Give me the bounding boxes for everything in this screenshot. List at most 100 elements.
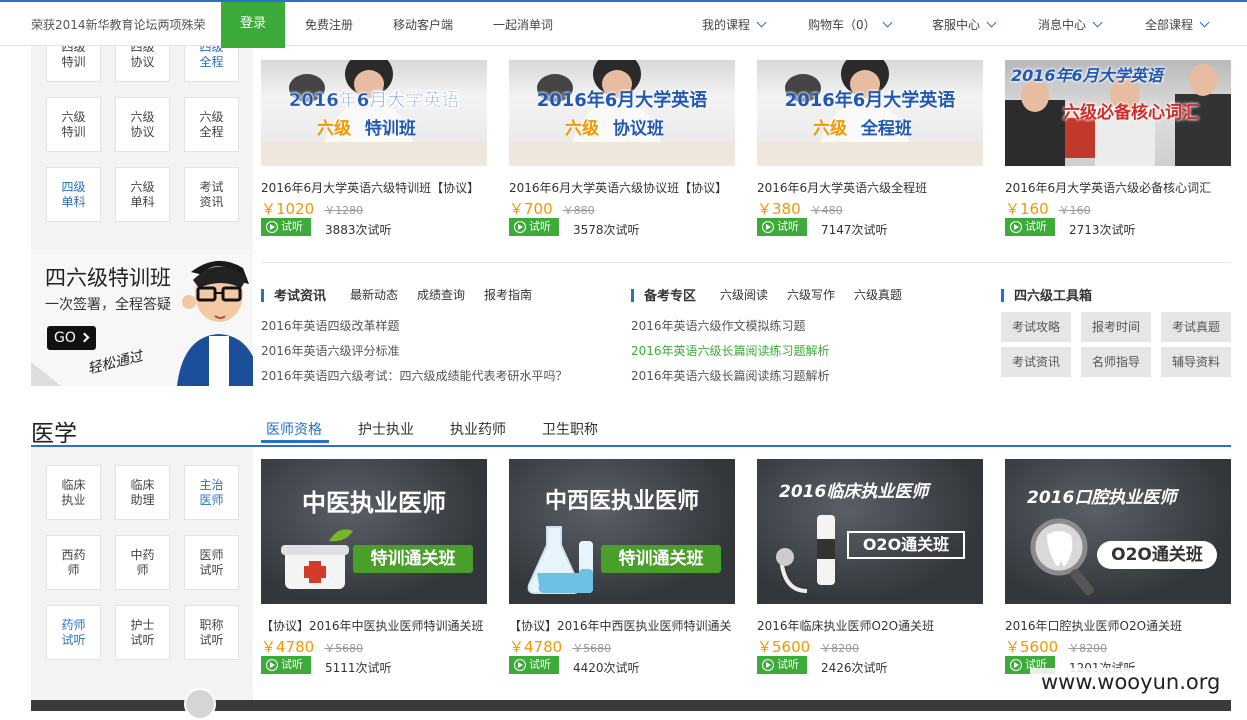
cet-tile-5[interactable]: 六级协议 — [115, 97, 170, 152]
medical-tile-5[interactable]: 中药师 — [115, 535, 170, 590]
medical-tile-1[interactable]: 临床执业 — [46, 465, 101, 520]
trial-listen-button[interactable]: 试听 — [261, 656, 311, 674]
prep-item-2[interactable]: 2016年英语六级长篇阅读练习题解析 — [631, 342, 830, 359]
original-price: ￥5680 — [324, 642, 364, 655]
prep-item-3[interactable]: 2016年英语六级长篇阅读练习题解析 — [631, 367, 830, 384]
watermark-text: www.wooyun.org — [1041, 670, 1221, 694]
medical-tile-2[interactable]: 临床助理 — [115, 465, 170, 520]
original-price: ￥160 — [1058, 204, 1091, 217]
vocab-link[interactable]: 一起消单词 — [493, 16, 553, 33]
page-curl — [31, 362, 61, 386]
trial-count: 2713次试听 — [1069, 223, 1136, 237]
course-banner-image[interactable]: 2016年6月大学英语 六级 特训班 — [261, 60, 487, 166]
tooth-magnifier-icon — [1030, 518, 1094, 596]
cet-tile-7[interactable]: 四级单科 — [46, 167, 101, 222]
medical-tile-8[interactable]: 护士试听 — [115, 605, 170, 660]
original-price: ￥1280 — [324, 204, 364, 217]
message-center-menu[interactable]: 消息中心 — [1038, 16, 1103, 33]
cet-tile-8[interactable]: 六级单科 — [115, 167, 170, 222]
tool-exams-button[interactable]: 考试真题 — [1161, 312, 1231, 342]
course-price: ￥4780 ￥5680 — [509, 638, 612, 656]
course-name[interactable]: 【协议】2016年中医执业医师特训通关班 — [261, 617, 491, 634]
promo-go-button[interactable]: GO — [47, 326, 96, 350]
news-tab-guide[interactable]: 报考指南 — [484, 286, 532, 303]
tool-materials-button[interactable]: 辅导资料 — [1161, 347, 1231, 377]
chevron-down-icon — [756, 17, 767, 28]
service-center-menu[interactable]: 客服中心 — [932, 16, 997, 33]
course-name[interactable]: 2016年6月大学英语六级必备核心词汇 — [1005, 179, 1235, 196]
play-icon — [266, 659, 278, 671]
trial-listen-button[interactable]: 试听 — [757, 218, 807, 236]
tab-nurse[interactable]: 护士执业 — [358, 419, 414, 439]
medical-tile-4[interactable]: 西药师 — [46, 535, 101, 590]
course-banner-image[interactable]: 中西医执业医师 特训通关班 — [509, 459, 735, 604]
trial-listen-button[interactable]: 试听 — [509, 656, 559, 674]
promo-banner[interactable]: 四六级特训班 一次签署，全程答疑 GO 轻松通过 — [31, 250, 253, 386]
course-name[interactable]: 2016年6月大学英语六级全程班 — [757, 179, 987, 196]
register-link[interactable]: 免费注册 — [305, 16, 353, 33]
trial-count: 5111次试听 — [325, 661, 392, 675]
news-item-1[interactable]: 2016年英语四级改革样题 — [261, 317, 400, 334]
medical-tile-6[interactable]: 医师试听 — [184, 535, 239, 590]
tab-health-title[interactable]: 卫生职称 — [542, 419, 598, 439]
cet-tile-6[interactable]: 六级全程 — [184, 97, 239, 152]
play-icon — [762, 659, 774, 671]
prep-tab-writing[interactable]: 六级写作 — [787, 286, 835, 303]
cet-tile-4[interactable]: 六级特训 — [46, 97, 101, 152]
course-banner-image[interactable]: 2016年6月大学英语 六级必备核心词汇 — [1005, 60, 1231, 166]
course-banner-image[interactable]: 2016年6月大学英语 六级 协议班 — [509, 60, 735, 166]
medical-course-card-3[interactable]: 2016临床执业医师 O2O通关班 2016年临床执业医师O2O通关班 ￥560… — [757, 459, 983, 679]
news-tab-scores[interactable]: 成绩查询 — [417, 286, 465, 303]
course-name[interactable]: 2016年6月大学英语六级特训班【协议】 — [261, 179, 491, 196]
banner-title: 2016临床执业医师 — [779, 482, 929, 502]
cet-course-card-1[interactable]: 2016年6月大学英语 六级 特训班 2016年6月大学英语六级特训班【协议】 … — [261, 60, 487, 240]
medical-course-card-4[interactable]: 2016口腔执业医师 O2O通关班 2016年口腔执业医师O2O通关班 ￥560… — [1005, 459, 1231, 679]
cet-course-card-4[interactable]: 2016年6月大学英语 六级必备核心词汇 2016年6月大学英语六级必备核心词汇… — [1005, 60, 1231, 240]
news-item-2[interactable]: 2016年英语六级评分标准 — [261, 342, 400, 359]
banner-title: 2016年6月大学英语 — [784, 90, 956, 111]
course-banner-image[interactable]: 2016口腔执业医师 O2O通关班 — [1005, 459, 1231, 604]
course-price: ￥5600 ￥8200 — [757, 638, 860, 656]
login-button[interactable]: 登录 — [221, 2, 285, 48]
medical-tile-3[interactable]: 主治医师 — [184, 465, 239, 520]
course-name[interactable]: 2016年口腔执业医师O2O通关班 — [1005, 617, 1235, 634]
cart-menu[interactable]: 购物车（0） — [808, 16, 893, 33]
tool-news-button[interactable]: 考试资讯 — [1001, 347, 1071, 377]
course-banner-image[interactable]: 2016临床执业医师 O2O通关班 — [757, 459, 983, 604]
news-item-3[interactable]: 2016年英语四六级考试：四六级成绩能代表考研水平吗？ — [261, 367, 568, 384]
cet-tile-9[interactable]: 考试资讯 — [184, 167, 239, 222]
prep-tab-reading[interactable]: 六级阅读 — [720, 286, 768, 303]
tool-teacher-button[interactable]: 名师指导 — [1081, 347, 1151, 377]
tab-pharmacist[interactable]: 执业药师 — [450, 419, 506, 439]
trial-listen-button[interactable]: 试听 — [261, 218, 311, 236]
course-name[interactable]: 【协议】2016年中西医执业医师特训通关 — [509, 617, 739, 634]
arrow-right-icon — [79, 332, 90, 343]
trial-listen-button[interactable]: 试听 — [1005, 218, 1055, 236]
medical-tile-7[interactable]: 药师试听 — [46, 605, 101, 660]
prep-item-1[interactable]: 2016年英语六级作文模拟练习题 — [631, 317, 806, 334]
all-courses-menu[interactable]: 全部课程 — [1145, 16, 1210, 33]
cet-course-card-3[interactable]: 2016年6月大学英语 六级 全程班 2016年6月大学英语六级全程班 ￥380… — [757, 60, 983, 240]
award-slogan[interactable]: 荣获2014新华教育论坛两项殊荣 — [31, 16, 206, 33]
original-price: ￥880 — [562, 204, 595, 217]
prep-tab-exams[interactable]: 六级真题 — [854, 286, 902, 303]
tool-schedule-button[interactable]: 报考时间 — [1081, 312, 1151, 342]
tool-strategy-button[interactable]: 考试攻略 — [1001, 312, 1071, 342]
course-banner-image[interactable]: 2016年6月大学英语 六级 全程班 — [757, 60, 983, 166]
course-name[interactable]: 2016年6月大学英语六级协议班【协议】 — [509, 179, 739, 196]
trial-listen-button[interactable]: 试听 — [757, 656, 807, 674]
medical-course-card-2[interactable]: 中西医执业医师 特训通关班 【协议】2016年中西医执业医师特训通关 ￥4780… — [509, 459, 735, 679]
tab-physician[interactable]: 医师资格 — [266, 419, 322, 439]
trial-count: 2426次试听 — [821, 661, 888, 675]
course-name[interactable]: 2016年临床执业医师O2O通关班 — [757, 617, 987, 634]
banner-level: 六级 — [565, 119, 599, 139]
my-courses-menu[interactable]: 我的课程 — [702, 16, 767, 33]
cet-course-card-2[interactable]: 2016年6月大学英语 六级 协议班 2016年6月大学英语六级协议班【协议】 … — [509, 60, 735, 240]
news-tab-latest[interactable]: 最新动态 — [350, 286, 398, 303]
mobile-client-link[interactable]: 移动客户端 — [393, 16, 453, 33]
trial-listen-button[interactable]: 试听 — [509, 218, 559, 236]
medical-tile-9[interactable]: 职称试听 — [184, 605, 239, 660]
course-banner-image[interactable]: 中医执业医师 特训通关班 — [261, 459, 487, 604]
medical-course-card-1[interactable]: 中医执业医师 特训通关班 【协议】2016年中医执业医师特训通关班 ￥4780 ￥… — [261, 459, 487, 679]
avatar[interactable] — [184, 688, 216, 720]
